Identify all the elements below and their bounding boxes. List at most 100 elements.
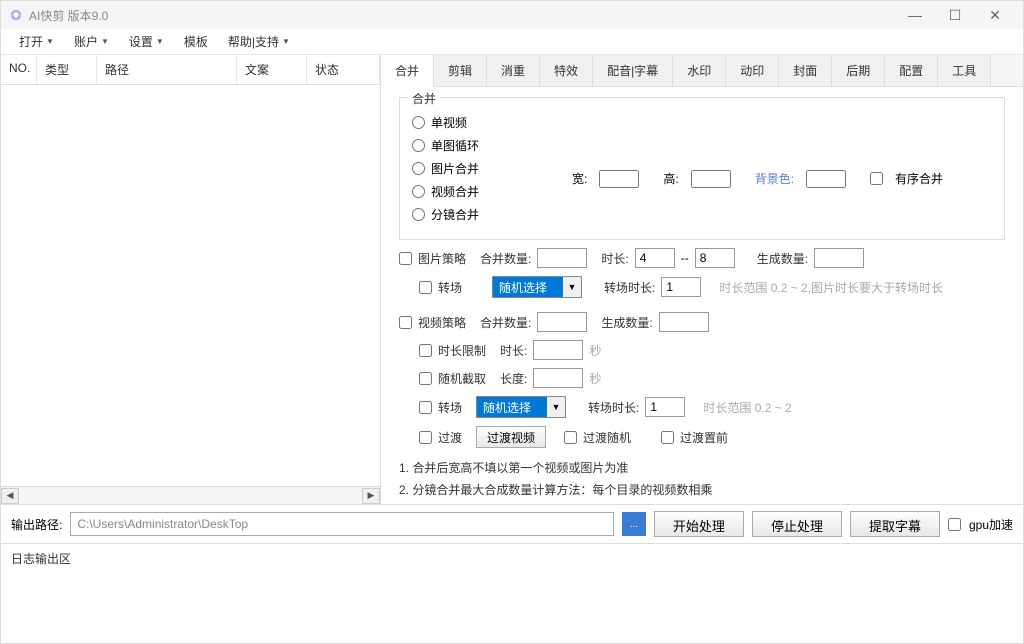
chevron-down-icon: ▼	[282, 37, 290, 46]
sec-label-1: 秒	[589, 342, 601, 359]
fade-video-button[interactable]: 过渡视频	[476, 426, 546, 448]
tab-merge[interactable]: 合并	[381, 55, 434, 87]
pic-merge-count-label: 合并数量:	[480, 250, 531, 267]
menubar: 打开▼ 账户▼ 设置▼ 模板 帮助|支持▼	[1, 29, 1023, 55]
pic-strategy-checkbox[interactable]	[399, 252, 412, 265]
tab-effect[interactable]: 特效	[540, 55, 593, 86]
browse-button[interactable]: ...	[622, 512, 646, 536]
tab-watermark[interactable]: 水印	[673, 55, 726, 86]
chevron-down-icon: ▼	[101, 37, 109, 46]
titlebar: AI快剪 版本9.0 — ☐ ✕	[1, 1, 1023, 29]
close-button[interactable]: ✕	[975, 3, 1015, 27]
window-title: AI快剪 版本9.0	[29, 7, 108, 24]
pic-trans-duration-input[interactable]	[661, 277, 701, 297]
menu-account[interactable]: 账户▼	[68, 30, 115, 53]
fade-front-label: 过渡置前	[680, 429, 728, 446]
menu-template[interactable]: 模板	[178, 30, 214, 53]
ordered-merge-checkbox[interactable]	[870, 172, 883, 185]
pic-transition-select[interactable]: 随机选择 ▼	[492, 276, 582, 298]
pic-trans-duration-label: 转场时长:	[604, 279, 655, 296]
vid-trans-duration-input[interactable]	[645, 397, 685, 417]
tab-config[interactable]: 配置	[885, 55, 938, 86]
tab-voice[interactable]: 配音|字幕	[593, 55, 673, 86]
limit-duration-checkbox[interactable]	[419, 344, 432, 357]
minimize-button[interactable]: —	[895, 3, 935, 27]
pic-gen-count-input[interactable]	[814, 248, 864, 268]
app-icon	[9, 8, 23, 22]
radio-single-image-loop[interactable]	[412, 139, 425, 152]
pic-merge-count-input[interactable]	[537, 248, 587, 268]
col-type[interactable]: 类型	[37, 55, 97, 84]
merge-group-title: 合并	[408, 90, 440, 107]
pic-transition-checkbox[interactable]	[419, 281, 432, 294]
menu-settings[interactable]: 设置▼	[123, 30, 170, 53]
pic-transition-label: 转场	[438, 279, 462, 296]
fade-random-label: 过渡随机	[583, 429, 631, 446]
limit-duration-label: 时长限制	[438, 342, 486, 359]
vid-gen-count-input[interactable]	[659, 312, 709, 332]
tab-motion[interactable]: 动印	[726, 55, 779, 86]
vid-strategy-label: 视频策略	[418, 314, 466, 331]
note-1: 1. 合并后宽高不填以第一个视频或图片为准	[399, 458, 1005, 480]
pic-duration-from-input[interactable]	[635, 248, 675, 268]
table-header: NO. 类型 路径 文案 状态	[1, 55, 380, 85]
width-label: 宽:	[572, 170, 587, 187]
col-copy[interactable]: 文案	[237, 55, 307, 84]
height-input[interactable]	[691, 170, 731, 188]
duration-sep: --	[681, 251, 689, 265]
fade-random-checkbox[interactable]	[564, 431, 577, 444]
settings-panel: 合并 剪辑 消重 特效 配音|字幕 水印 动印 封面 后期 配置 工具 合并 单…	[381, 55, 1023, 504]
vid-duration-input[interactable]	[533, 340, 583, 360]
start-button[interactable]: 开始处理	[654, 511, 744, 537]
file-list-panel: NO. 类型 路径 文案 状态 ◀ ▶	[1, 55, 381, 504]
radio-storyboard-merge[interactable]	[412, 208, 425, 221]
tab-post[interactable]: 后期	[832, 55, 885, 86]
vid-length-input[interactable]	[533, 368, 583, 388]
vid-merge-count-label: 合并数量:	[480, 314, 531, 331]
radio-single-video[interactable]	[412, 116, 425, 129]
merge-groupbox: 合并 单视频 单图循环 图片合并 视频合并 分镜合并 宽: 高:	[399, 97, 1005, 240]
chevron-down-icon: ▼	[46, 37, 54, 46]
scroll-right-icon[interactable]: ▶	[362, 488, 380, 504]
pic-duration-to-input[interactable]	[695, 248, 735, 268]
horizontal-scrollbar[interactable]: ◀ ▶	[1, 486, 380, 504]
radio-video-merge[interactable]	[412, 185, 425, 198]
vid-length-label: 长度:	[500, 370, 527, 387]
fade-front-checkbox[interactable]	[661, 431, 674, 444]
scroll-left-icon[interactable]: ◀	[1, 488, 19, 504]
tab-bar: 合并 剪辑 消重 特效 配音|字幕 水印 动印 封面 后期 配置 工具	[381, 55, 1023, 87]
tab-cover[interactable]: 封面	[779, 55, 832, 86]
gpu-checkbox[interactable]	[948, 518, 961, 531]
notes: 1. 合并后宽高不填以第一个视频或图片为准 2. 分镜合并最大合成数量计算方法：…	[399, 458, 1005, 501]
tab-clip[interactable]: 剪辑	[434, 55, 487, 86]
fade-label: 过渡	[438, 429, 462, 446]
fade-checkbox[interactable]	[419, 431, 432, 444]
pic-gen-count-label: 生成数量:	[757, 250, 808, 267]
col-status[interactable]: 状态	[307, 55, 380, 84]
sec-label-2: 秒	[589, 370, 601, 387]
bgcolor-link[interactable]: 背景色:	[755, 170, 794, 187]
col-no[interactable]: NO.	[1, 55, 37, 84]
height-label: 高:	[663, 170, 678, 187]
radio-image-merge[interactable]	[412, 162, 425, 175]
stop-button[interactable]: 停止处理	[752, 511, 842, 537]
tab-derepeat[interactable]: 消重	[487, 55, 540, 86]
gpu-label: gpu加速	[969, 516, 1013, 533]
extract-subtitle-button[interactable]: 提取字幕	[850, 511, 940, 537]
pic-duration-label: 时长:	[601, 250, 628, 267]
vid-transition-checkbox[interactable]	[419, 401, 432, 414]
random-crop-checkbox[interactable]	[419, 372, 432, 385]
col-path[interactable]: 路径	[97, 55, 237, 84]
chevron-down-icon: ▼	[563, 277, 581, 297]
width-input[interactable]	[599, 170, 639, 188]
vid-transition-select[interactable]: 随机选择 ▼	[476, 396, 566, 418]
menu-open[interactable]: 打开▼	[13, 30, 60, 53]
maximize-button[interactable]: ☐	[935, 3, 975, 27]
bgcolor-input[interactable]	[806, 170, 846, 188]
pic-strategy-label: 图片策略	[418, 250, 466, 267]
vid-strategy-checkbox[interactable]	[399, 316, 412, 329]
output-path-input[interactable]	[70, 512, 614, 536]
tab-tools[interactable]: 工具	[938, 55, 991, 86]
vid-merge-count-input[interactable]	[537, 312, 587, 332]
menu-help[interactable]: 帮助|支持▼	[222, 30, 296, 53]
